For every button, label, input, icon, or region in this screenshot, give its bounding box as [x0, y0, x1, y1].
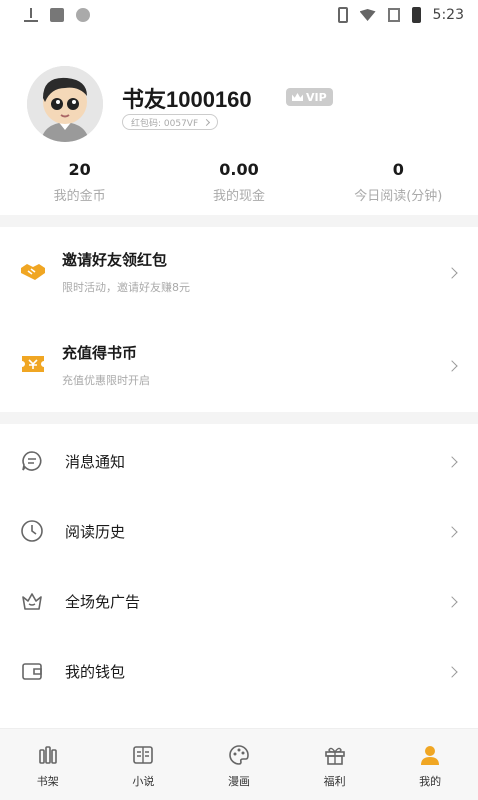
stat-cash[interactable]: 0.00 我的现金: [159, 160, 318, 204]
stat-label: 我的金币: [53, 189, 106, 204]
section-divider: [0, 412, 478, 424]
app-indicator-icon: [76, 8, 90, 22]
download-icon: [24, 8, 38, 22]
wallet-icon: [22, 663, 42, 680]
tab-label: 漫画: [227, 775, 250, 788]
menu-item-wallet[interactable]: 我的钱包: [0, 637, 478, 707]
avatar-illustration: [27, 66, 103, 142]
palette-icon: [229, 745, 249, 765]
battery-icon: [411, 7, 421, 23]
vip-label: VIP: [306, 90, 327, 104]
stat-value: 0.00: [219, 160, 259, 179]
vip-badge[interactable]: VIP: [286, 88, 333, 106]
no-sim-icon: [387, 8, 400, 22]
chevron-right-icon: [446, 596, 458, 608]
promo-title: 邀请好友领红包: [62, 251, 168, 269]
chevron-right-icon: [446, 360, 458, 372]
chevron-right-icon: [446, 456, 458, 468]
menu-label: 全场免广告: [65, 593, 141, 611]
menu-item-messages[interactable]: 消息通知: [0, 427, 478, 497]
tab-comics[interactable]: 漫画: [191, 729, 287, 800]
invite-code-pill[interactable]: 红包码: 0057VF: [122, 114, 219, 130]
image-icon: [50, 8, 64, 22]
chevron-right-icon: [446, 666, 458, 678]
promo-title: 充值得书币: [62, 344, 138, 362]
chevron-right-icon: [203, 118, 211, 126]
profile-header: 书友1000160 VIP 红包码: 0057VF 20 我的金币 0.00 我…: [0, 30, 478, 215]
tab-label: 福利: [323, 775, 346, 788]
stat-value: 20: [68, 160, 91, 179]
promo-subtitle: 限时活动，邀请好友赚8元: [62, 281, 190, 294]
chevron-right-icon: [446, 267, 458, 279]
menu-label: 阅读历史: [65, 523, 126, 541]
crown-icon: [292, 93, 303, 101]
gift-icon: [324, 747, 345, 765]
vibrate-icon: [337, 7, 348, 23]
tab-novels[interactable]: 小说: [96, 729, 192, 800]
bottom-tab-bar: 书架 小说 漫画 福利 我的: [0, 728, 478, 800]
menu-item-reading-history[interactable]: 阅读历史: [0, 497, 478, 567]
section-divider: [0, 215, 478, 227]
ticket-icon: [22, 356, 44, 372]
crown-basket-icon: [22, 593, 42, 610]
stats-row: 20 我的金币 0.00 我的现金 0 今日阅读(分钟): [0, 160, 478, 204]
menu-label: 消息通知: [65, 453, 126, 471]
username: 书友1000160: [122, 87, 252, 112]
tab-welfare[interactable]: 福利: [287, 729, 383, 800]
stat-reading-time[interactable]: 0 今日阅读(分钟): [319, 160, 478, 204]
tab-bookshelf[interactable]: 书架: [0, 729, 96, 800]
clock-time: 5:23: [432, 7, 464, 23]
tab-label: 我的: [419, 775, 442, 788]
menu-item-no-ads[interactable]: 全场免广告: [0, 567, 478, 637]
stat-label: 我的现金: [212, 189, 265, 204]
handshake-icon: [21, 264, 45, 280]
tab-label: 书架: [36, 775, 59, 788]
tab-label: 小说: [132, 775, 155, 788]
stat-label: 今日阅读(分钟): [354, 189, 443, 204]
wifi-icon: [359, 9, 376, 21]
bookshelf-icon: [38, 746, 57, 764]
promo-invite-friends[interactable]: 邀请好友领红包 限时活动，邀请好友赚8元: [0, 227, 478, 317]
book-icon: [133, 746, 154, 764]
stat-value: 0: [392, 160, 404, 179]
menu-label: 我的钱包: [65, 663, 126, 681]
user-icon: [421, 746, 440, 765]
avatar[interactable]: [27, 66, 103, 142]
promo-recharge[interactable]: 充值得书币 充值优惠限时开启: [0, 320, 478, 410]
tab-mine[interactable]: 我的: [382, 729, 478, 800]
promo-subtitle: 充值优惠限时开启: [62, 374, 150, 387]
clock-icon: [21, 520, 43, 542]
status-bar: 5:23: [0, 0, 478, 30]
stat-coins[interactable]: 20 我的金币: [0, 160, 159, 204]
message-icon: [22, 451, 42, 471]
chevron-right-icon: [446, 526, 458, 538]
invite-code: 红包码: 0057VF: [131, 118, 199, 129]
